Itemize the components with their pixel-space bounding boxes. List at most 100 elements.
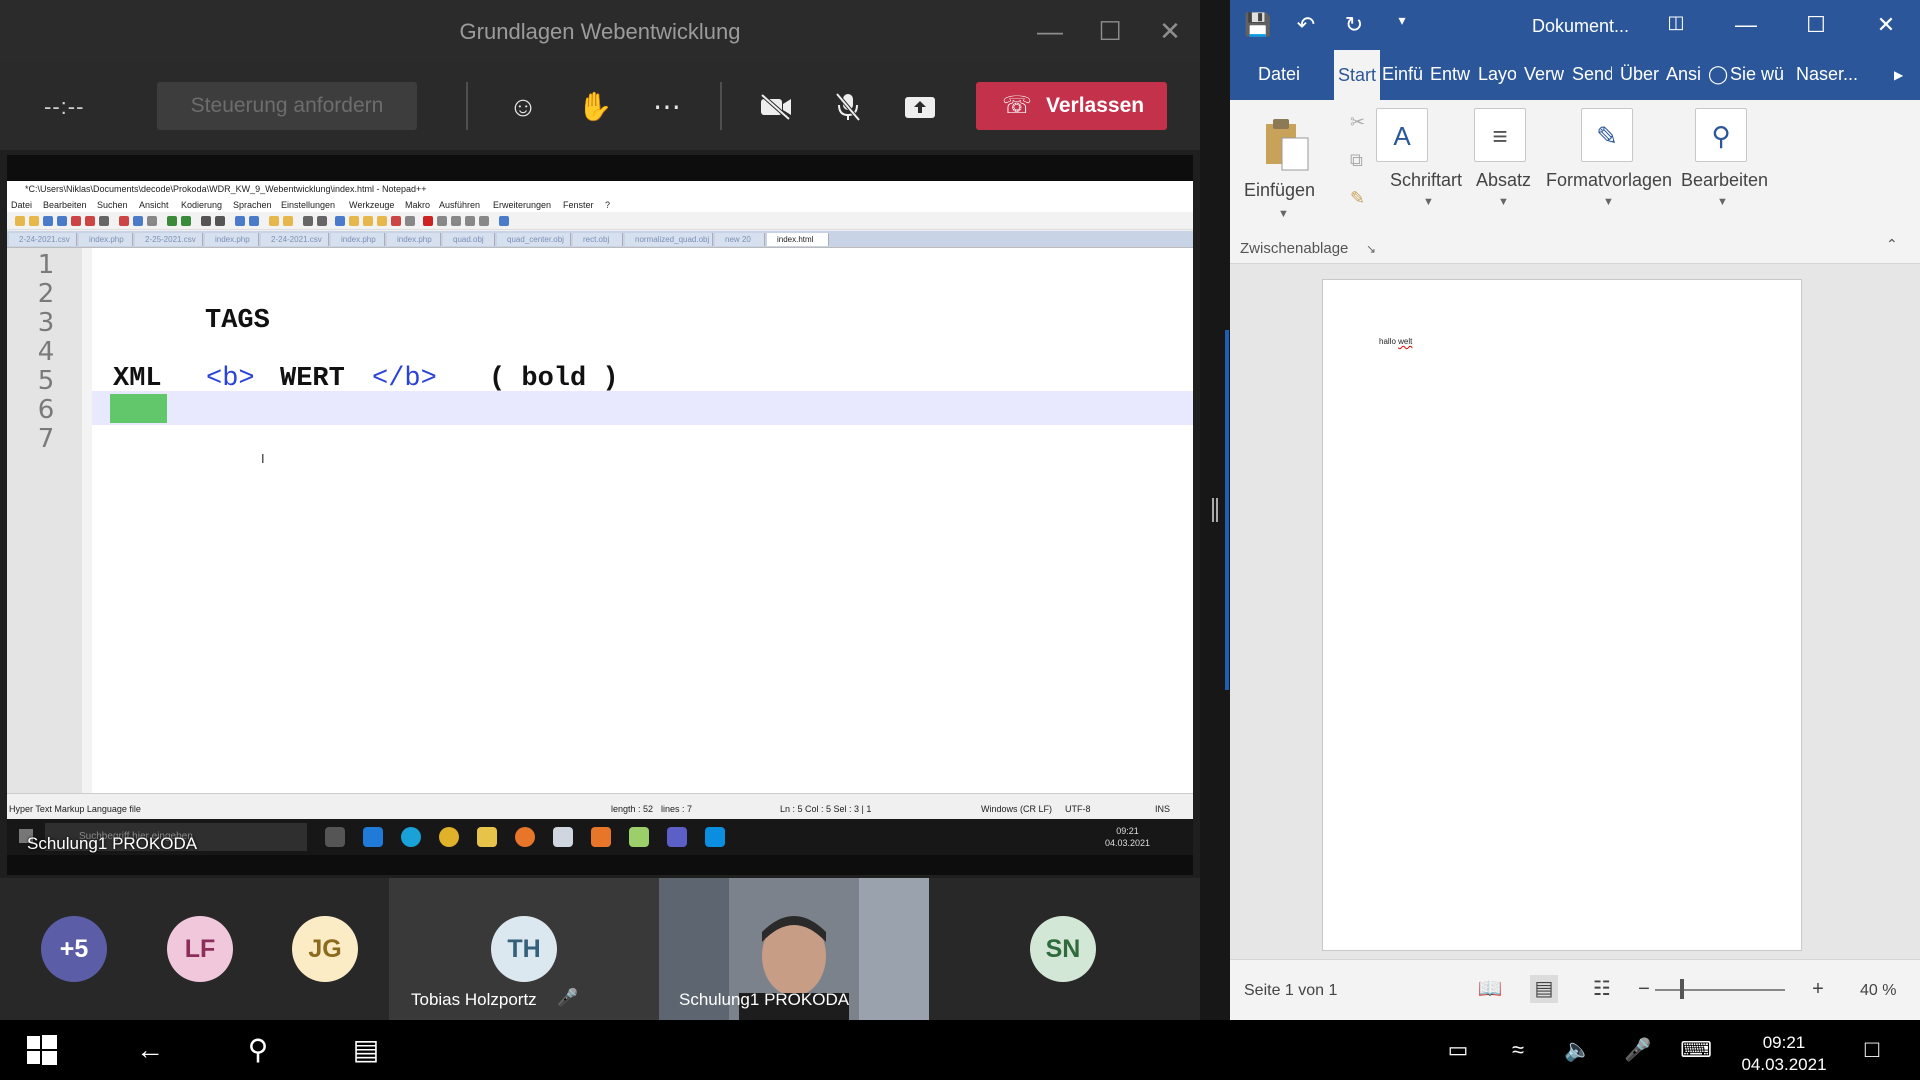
word-minimize-icon[interactable]: — bbox=[1726, 12, 1766, 38]
sync-h-icon[interactable] bbox=[283, 216, 293, 226]
print-icon[interactable] bbox=[99, 216, 109, 226]
file-tab[interactable]: rect.obj bbox=[573, 233, 623, 246]
dropdown-icon[interactable]: ▼ bbox=[1423, 196, 1434, 208]
stop-macro-icon[interactable] bbox=[437, 216, 447, 226]
tab-verweise[interactable]: Verw bbox=[1524, 64, 1564, 85]
dropdown-icon[interactable]: ▼ bbox=[1498, 196, 1509, 208]
menu-item[interactable]: Makro bbox=[405, 198, 430, 212]
divider-grip-icon[interactable] bbox=[1212, 498, 1218, 522]
function-list-icon[interactable] bbox=[377, 216, 387, 226]
file-tab[interactable]: new 20 bbox=[715, 233, 765, 246]
clipboard-launcher-icon[interactable]: ↘ bbox=[1366, 242, 1376, 256]
tab-entwurf[interactable]: Entw bbox=[1430, 64, 1470, 85]
monitor-icon[interactable] bbox=[405, 216, 415, 226]
file-tab[interactable]: 2-24-2021.csv bbox=[9, 233, 77, 246]
cut-icon[interactable]: ✂ bbox=[1350, 112, 1365, 133]
customize-qat-icon[interactable]: ▾ bbox=[1382, 12, 1422, 29]
zoom-level[interactable]: 40 % bbox=[1860, 982, 1896, 1000]
save-all-icon[interactable] bbox=[57, 216, 67, 226]
menu-item[interactable]: Einstellungen bbox=[281, 198, 335, 212]
close-all-icon[interactable] bbox=[85, 216, 95, 226]
file-tab[interactable]: quad_center.obj bbox=[497, 233, 571, 246]
new-file-icon[interactable] bbox=[15, 216, 25, 226]
read-mode-icon[interactable]: 📖 bbox=[1476, 975, 1504, 1003]
tab-ueberpruefen[interactable]: Über bbox=[1620, 64, 1660, 85]
tab-sendungen[interactable]: Send bbox=[1572, 64, 1612, 85]
request-control-button[interactable]: Steuerung anfordern bbox=[157, 82, 417, 130]
copy-icon[interactable]: ⧉ bbox=[1350, 150, 1363, 171]
menu-item[interactable]: Datei bbox=[11, 198, 32, 212]
zoom-out-icon[interactable] bbox=[249, 216, 259, 226]
menu-item[interactable]: ? bbox=[605, 198, 610, 212]
tab-datei[interactable]: Datei bbox=[1258, 64, 1300, 85]
menu-item[interactable]: Ausführen bbox=[439, 198, 480, 212]
file-tab[interactable]: 2-24-2021.csv bbox=[261, 233, 329, 246]
file-tab-active[interactable]: index.html bbox=[767, 233, 829, 246]
zoom-in-icon[interactable]: + bbox=[1804, 975, 1832, 1003]
undo-icon[interactable] bbox=[167, 216, 177, 226]
sync-v-icon[interactable] bbox=[269, 216, 279, 226]
run-macro-icon[interactable] bbox=[465, 216, 475, 226]
wrap-icon[interactable] bbox=[303, 216, 313, 226]
snap-divider[interactable] bbox=[1200, 0, 1230, 1020]
participants-icon[interactable]: ☺ bbox=[500, 84, 546, 130]
zoom-slider[interactable] bbox=[1655, 989, 1785, 991]
edit-group-label[interactable]: Bearbeiten bbox=[1681, 170, 1768, 191]
more-options-icon[interactable]: ⋯ bbox=[644, 84, 690, 130]
tab-start[interactable]: Start bbox=[1334, 50, 1381, 100]
word-maximize-icon[interactable]: ☐ bbox=[1796, 12, 1836, 38]
dropdown-icon[interactable]: ▼ bbox=[1278, 208, 1289, 220]
web-layout-icon[interactable]: ☷ bbox=[1588, 975, 1616, 1003]
shared-screen[interactable]: *C:\Users\Niklas\Documents\decode\Prokod… bbox=[7, 155, 1193, 875]
menu-item[interactable]: Suchen bbox=[97, 198, 128, 212]
task-view-icon[interactable]: ▤ bbox=[346, 1032, 386, 1068]
close-icon[interactable]: ✕ bbox=[1150, 14, 1190, 48]
redo-icon[interactable]: ↻ bbox=[1334, 12, 1374, 38]
open-file-icon[interactable] bbox=[29, 216, 39, 226]
search-icon[interactable]: ⚲ bbox=[238, 1032, 278, 1068]
dropdown-icon[interactable]: ▼ bbox=[1717, 196, 1728, 208]
tab-ansicht[interactable]: Ansi bbox=[1666, 64, 1704, 85]
menu-item[interactable]: Kodierung bbox=[181, 198, 222, 212]
ribbon-display-icon[interactable]: ◫ bbox=[1656, 12, 1696, 33]
word-close-icon[interactable]: ✕ bbox=[1866, 12, 1906, 38]
menu-item[interactable]: Sprachen bbox=[233, 198, 272, 212]
paste-icon[interactable] bbox=[147, 216, 157, 226]
format-painter-icon[interactable]: ✎ bbox=[1350, 188, 1365, 209]
styles-icon[interactable]: ✎ bbox=[1581, 108, 1633, 162]
raise-hand-icon[interactable]: ✋ bbox=[572, 84, 618, 130]
file-tab[interactable]: normalized_quad.obj bbox=[625, 233, 713, 246]
mic-off-icon[interactable] bbox=[825, 84, 871, 130]
notification-icon[interactable]: □ bbox=[1852, 1032, 1892, 1068]
file-tab[interactable]: index.php bbox=[331, 233, 385, 246]
paste-label[interactable]: Einfügen bbox=[1244, 180, 1315, 201]
file-tab[interactable]: index.php bbox=[387, 233, 441, 246]
play-macro-icon[interactable] bbox=[451, 216, 461, 226]
zoom-out-icon[interactable]: − bbox=[1630, 975, 1658, 1003]
zoom-slider-thumb[interactable] bbox=[1680, 979, 1684, 999]
menu-item[interactable]: Erweiterungen bbox=[493, 198, 551, 212]
font-icon[interactable]: A bbox=[1376, 108, 1428, 162]
doc-map-icon[interactable] bbox=[363, 216, 373, 226]
redo-icon[interactable] bbox=[181, 216, 191, 226]
menu-item[interactable]: Werkzeuge bbox=[349, 198, 394, 212]
code-editor[interactable]: 1 2 3 4 5 6 7 TAGS XML <b> WERT </b> ( b… bbox=[7, 247, 1193, 794]
styles-group-label[interactable]: Formatvorlagen bbox=[1546, 170, 1672, 191]
share-screen-icon[interactable] bbox=[897, 84, 943, 130]
copy-icon[interactable] bbox=[133, 216, 143, 226]
tab-einfuegen[interactable]: Einfü bbox=[1382, 64, 1424, 85]
document-page[interactable]: hallo welt bbox=[1322, 279, 1802, 951]
more-participants-badge[interactable]: +5 bbox=[41, 916, 107, 982]
paragraph-icon[interactable]: ≡ bbox=[1474, 108, 1526, 162]
back-icon[interactable]: ← bbox=[130, 1032, 170, 1068]
dropdown-icon[interactable]: ▼ bbox=[1603, 196, 1614, 208]
cut-icon[interactable] bbox=[119, 216, 129, 226]
record-macro-icon[interactable] bbox=[423, 216, 433, 226]
menu-item[interactable]: Bearbeiten bbox=[43, 198, 87, 212]
file-tab[interactable]: index.php bbox=[79, 233, 133, 246]
battery-icon[interactable]: ▭ bbox=[1438, 1032, 1478, 1068]
close-file-icon[interactable] bbox=[71, 216, 81, 226]
file-tab[interactable]: 2-25-2021.csv bbox=[135, 233, 203, 246]
menu-item[interactable]: Ansicht bbox=[139, 198, 169, 212]
wifi-icon[interactable]: ≈ bbox=[1498, 1032, 1538, 1068]
